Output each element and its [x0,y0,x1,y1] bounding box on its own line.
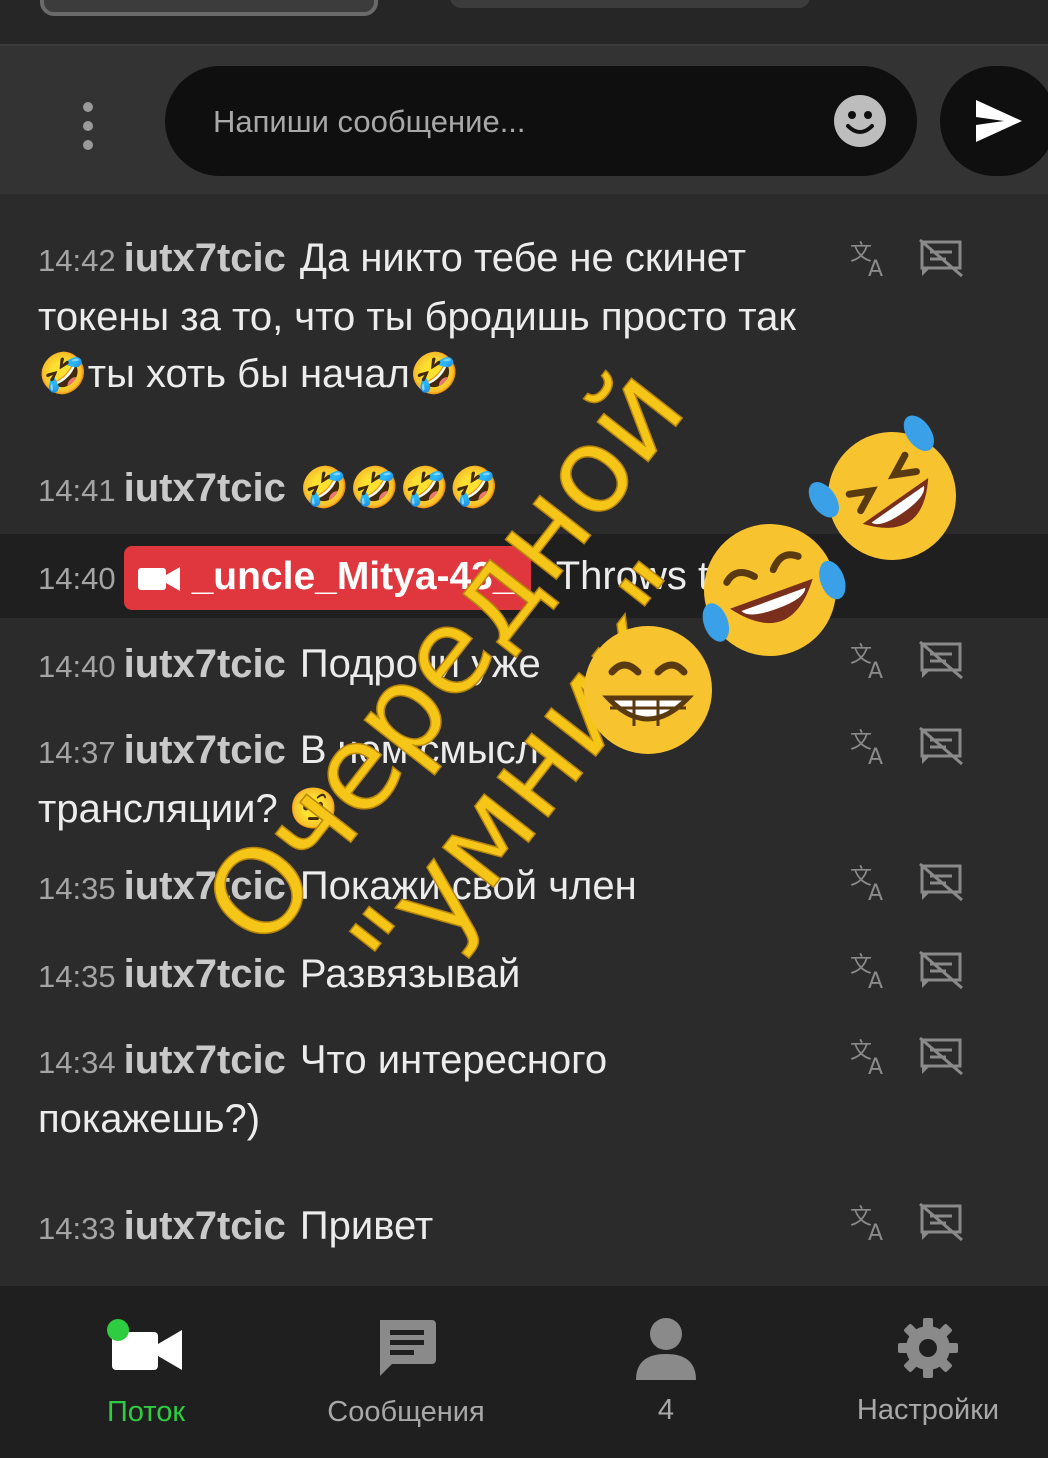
message-actions: 文A [848,862,978,906]
nav-item-messages[interactable]: Сообщения [286,1286,526,1458]
message-text: Покажи свой член [299,864,637,908]
nav-label-settings: Настройки [856,1394,1000,1426]
top-tab-right[interactable] [450,0,810,8]
nav-label-viewers: 4 [657,1394,675,1426]
message-text: Throws tokens [555,554,816,598]
message-actions: 文A [848,950,978,994]
tip-message: 14:40 _uncle_Mitya-43_ Throws tokens [0,534,1048,618]
message-input[interactable] [211,66,815,178]
top-bar [0,0,1048,46]
hide-message-icon[interactable] [918,862,964,907]
message-time: 14:33 [38,1211,116,1246]
more-options-icon[interactable] [70,102,106,152]
nav-item-stream[interactable]: Поток [26,1286,266,1458]
svg-text:A: A [868,745,883,766]
message-time: 14:41 [38,473,116,508]
chat-message: 14:35 iutx7tcic Развязывай 文A [0,946,1048,1006]
gear-icon [898,1318,958,1378]
message-time: 14:35 [38,959,116,994]
message-time: 14:35 [38,871,116,906]
translate-icon[interactable]: 文A [848,1202,892,1247]
message-text: 🤣🤣🤣🤣 [299,466,500,510]
message-time: 14:37 [38,735,116,770]
message-username[interactable]: iutx7tcic [124,952,286,996]
translate-icon[interactable]: 文A [848,950,892,995]
message-username[interactable]: iutx7tcic [124,642,286,686]
message-time: 14:34 [38,1045,116,1080]
send-icon [976,100,1022,142]
send-button[interactable] [940,66,1048,176]
translate-icon[interactable]: 文A [848,726,892,771]
message-username[interactable]: iutx7tcic [124,236,286,280]
hide-message-icon[interactable] [918,640,964,685]
message-actions: 文A [848,640,978,684]
svg-text:A: A [868,1221,883,1242]
chat-message: 14:33 iutx7tcic Привет 文A [0,1198,1048,1258]
svg-text:A: A [868,659,883,680]
svg-text:A: A [868,257,883,278]
message-text: Подрочи уже [299,642,541,686]
emoji-icon[interactable] [833,94,887,148]
nav-item-settings[interactable]: Настройки [808,1286,1048,1458]
hide-message-icon[interactable] [918,1036,964,1081]
translate-icon[interactable]: 文A [848,640,892,685]
chat-message: 14:40 iutx7tcic Подрочи уже 文A [0,636,1048,696]
svg-text:A: A [868,969,883,990]
message-actions: 文A [848,726,978,770]
translate-icon[interactable]: 文A [848,1036,892,1081]
message-actions: 文A [848,1036,978,1080]
hide-message-icon[interactable] [918,1202,964,1247]
message-composer [0,46,1048,194]
svg-text:A: A [868,881,883,902]
message-username[interactable]: iutx7tcic [124,1038,286,1082]
chat-message: 14:34 iutx7tcic Что интересного покажешь?)… [0,1032,1048,1152]
tipper-username: _uncle_Mitya-43_ [191,555,515,599]
video-camera-icon [107,1319,182,1370]
message-input-container [165,66,917,178]
message-time: 14:40 [38,649,116,684]
message-text: Привет [299,1204,434,1248]
nav-item-viewers[interactable]: 4 [546,1286,786,1458]
message-text: Развязывай [299,952,521,996]
chat-list: 14:42 iutx7tcic Да никто тебе не скинет то… [0,194,1048,1286]
message-actions: 文A [848,238,978,282]
tipper-badge[interactable]: _uncle_Mitya-43_ [123,546,531,611]
chat-message: 14:37 iutx7tcic В чем смысл трансляции? 🤨 … [0,722,1048,842]
chat-message: 14:42 iutx7tcic Да никто тебе не скинет то… [0,230,1048,420]
message-time: 14:42 [38,243,116,278]
translate-icon[interactable]: 文A [848,238,892,283]
message-username[interactable]: iutx7tcic [124,864,286,908]
chat-message: 14:35 iutx7tcic Покажи свой член 文A [0,858,1048,918]
bottom-navigation: Поток Сообщения 4 Настройки [0,1286,1048,1458]
top-tab-left[interactable] [40,0,378,16]
message-username[interactable]: iutx7tcic [124,728,286,772]
message-actions: 文A [848,1202,978,1246]
nav-label-stream: Поток [106,1396,186,1428]
person-icon [636,1318,696,1380]
message-icon [380,1320,436,1376]
message-username[interactable]: iutx7tcic [124,466,286,510]
hide-message-icon[interactable] [918,950,964,995]
hide-message-icon[interactable] [918,726,964,771]
video-camera-icon [137,567,180,592]
message-username[interactable]: iutx7tcic [124,1204,286,1248]
svg-text:A: A [868,1055,883,1076]
chat-message: 14:41 iutx7tcic 🤣🤣🤣🤣 [0,460,1048,520]
nav-label-messages: Сообщения [327,1396,485,1428]
translate-icon[interactable]: 文A [848,862,892,907]
message-time: 14:40 [38,561,116,596]
hide-message-icon[interactable] [918,238,964,283]
